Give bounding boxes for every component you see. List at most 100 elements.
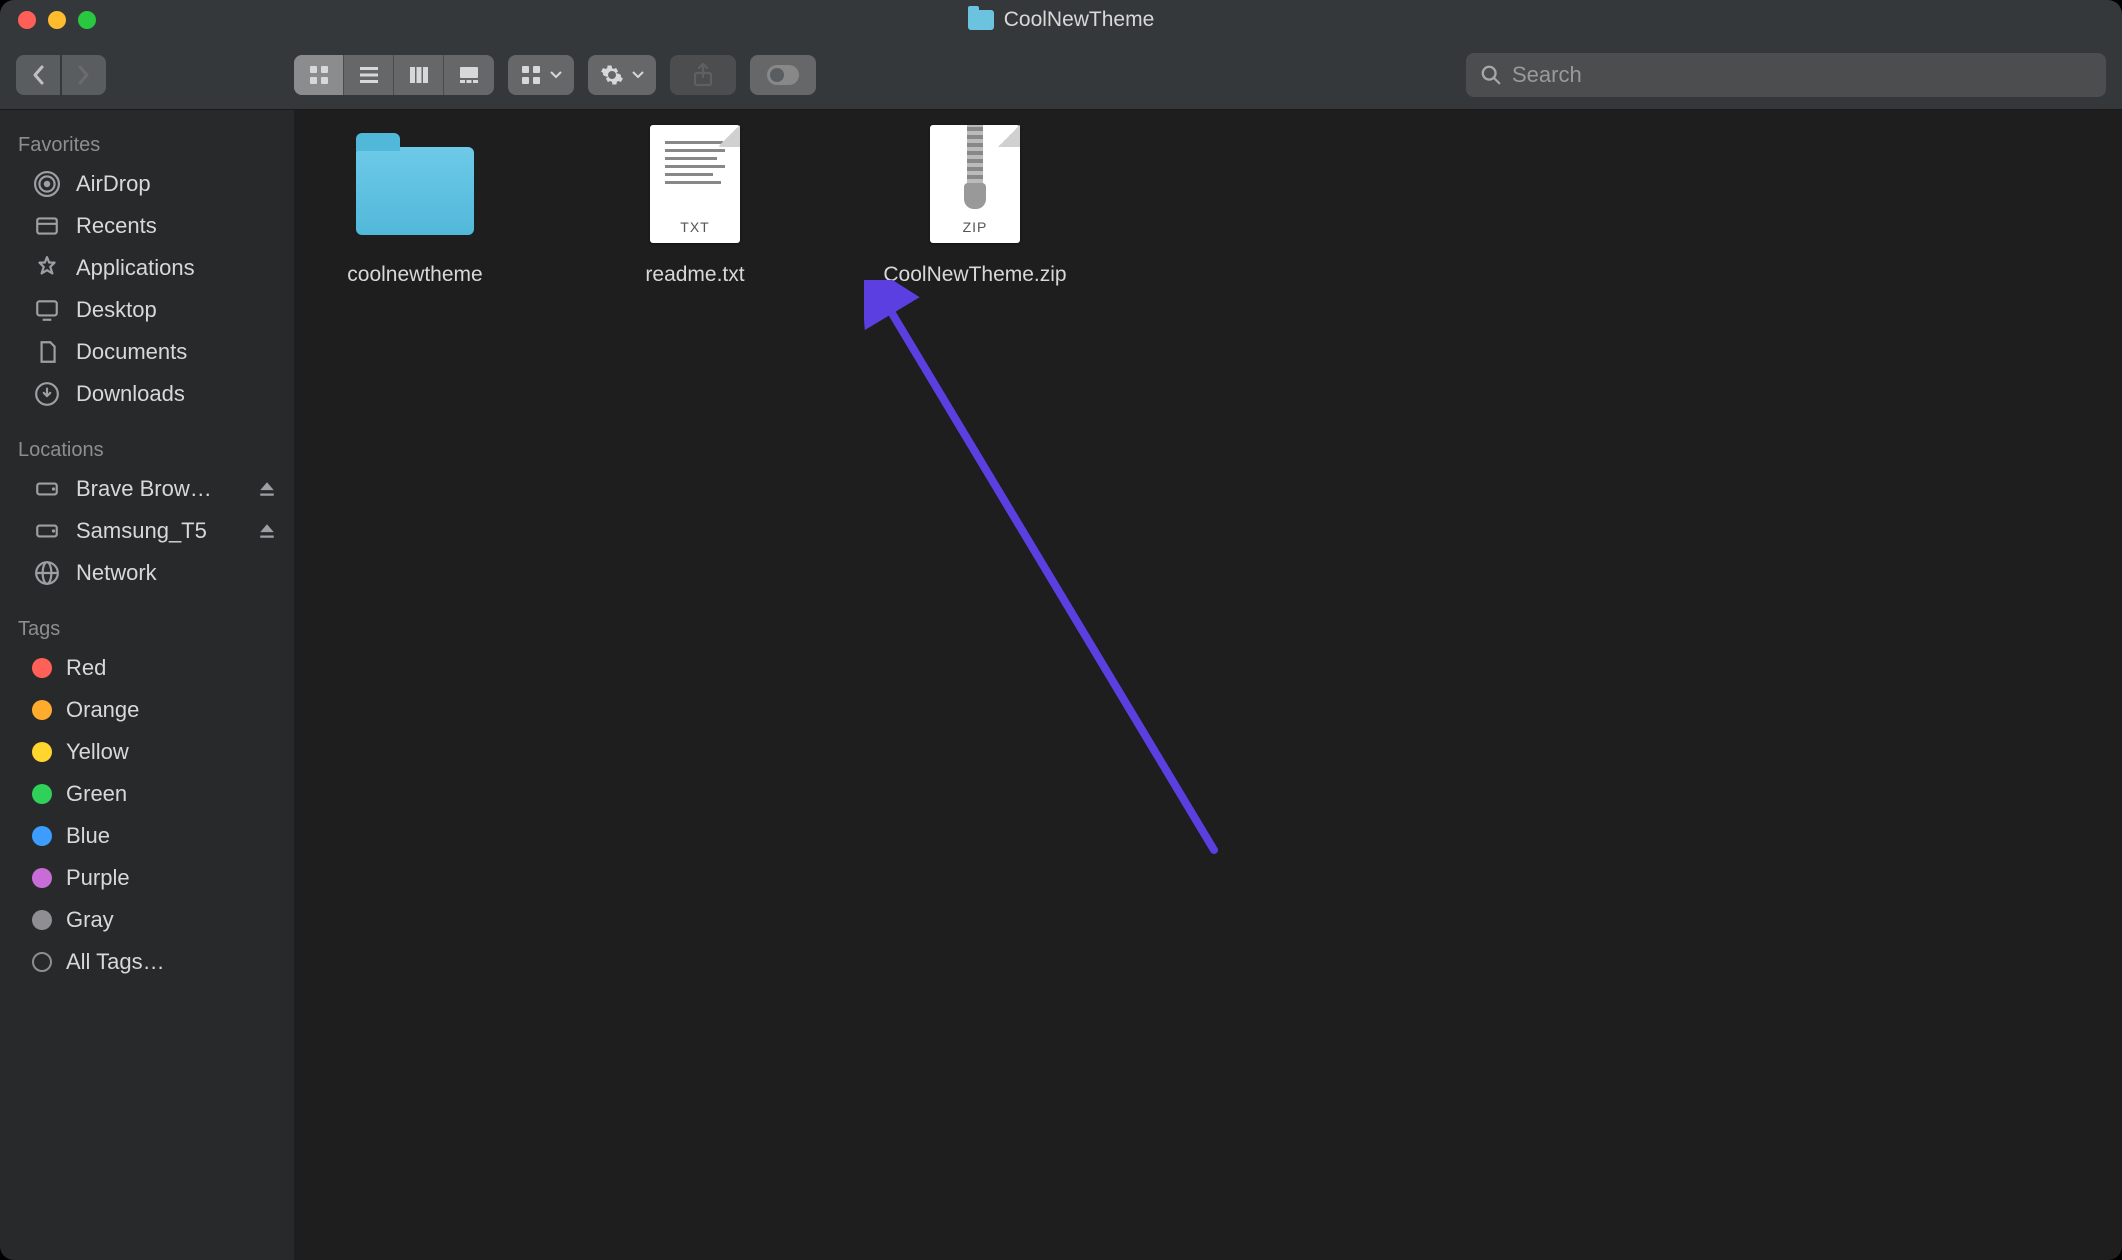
sidebar-item-label: Yellow xyxy=(66,739,276,765)
sidebar-item-label: Desktop xyxy=(76,297,276,323)
icon-grid-icon xyxy=(308,64,330,86)
nav-buttons xyxy=(16,55,106,95)
recents-icon xyxy=(32,213,62,239)
sidebar-item-label: Documents xyxy=(76,339,276,365)
sidebar-item-documents[interactable]: Documents xyxy=(0,331,294,373)
sidebar-tag-red[interactable]: Red xyxy=(0,647,294,689)
sidebar-item-label: Blue xyxy=(66,823,276,849)
sidebar-item-label: Brave Brow… xyxy=(76,476,244,502)
toolbar xyxy=(0,40,2122,110)
favorites-header: Favorites xyxy=(0,124,294,163)
sidebar-item-airdrop[interactable]: AirDrop xyxy=(0,163,294,205)
applications-icon xyxy=(32,255,62,281)
gallery-view-button[interactable] xyxy=(444,55,494,95)
network-icon xyxy=(32,560,62,586)
view-mode-segmented xyxy=(294,55,494,95)
column-view-button[interactable] xyxy=(394,55,444,95)
folder-icon xyxy=(356,147,474,235)
sidebar-tag-orange[interactable]: Orange xyxy=(0,689,294,731)
sidebar-item-samsung-t5[interactable]: Samsung_T5 xyxy=(0,510,294,552)
disk-icon xyxy=(32,518,62,544)
sidebar-item-desktop[interactable]: Desktop xyxy=(0,289,294,331)
zip-file-icon: ZIP xyxy=(930,125,1020,243)
tag-pill-icon xyxy=(766,64,800,86)
traffic-lights xyxy=(18,11,96,29)
sidebar-item-label: Red xyxy=(66,655,276,681)
txt-file-icon: TXT xyxy=(650,125,740,243)
sidebar: Favorites AirDrop Recents Applications xyxy=(0,110,294,1260)
tag-dot-icon xyxy=(32,868,52,888)
eject-icon[interactable] xyxy=(258,480,276,498)
sidebar-tag-purple[interactable]: Purple xyxy=(0,857,294,899)
chevron-right-icon xyxy=(76,65,92,85)
sidebar-item-brave-browser[interactable]: Brave Brow… xyxy=(0,468,294,510)
zoom-window-button[interactable] xyxy=(78,11,96,29)
window-title-group: CoolNewTheme xyxy=(0,8,2122,32)
list-icon xyxy=(358,64,380,86)
tag-dot-icon xyxy=(32,784,52,804)
sidebar-tag-gray[interactable]: Gray xyxy=(0,899,294,941)
sidebar-item-label: Purple xyxy=(66,865,276,891)
search-field[interactable] xyxy=(1466,53,2106,97)
finder-window: CoolNewTheme xyxy=(0,0,2122,1260)
tag-dot-icon xyxy=(32,826,52,846)
sidebar-item-label: Network xyxy=(76,560,276,586)
annotation-arrow xyxy=(864,280,1234,870)
group-by-dropdown[interactable] xyxy=(508,55,574,95)
tag-dot-icon xyxy=(32,700,52,720)
sidebar-item-applications[interactable]: Applications xyxy=(0,247,294,289)
file-item-txt[interactable]: TXT readme.txt xyxy=(590,124,800,289)
sidebar-item-downloads[interactable]: Downloads xyxy=(0,373,294,415)
share-button[interactable] xyxy=(670,55,736,95)
downloads-icon xyxy=(32,381,62,407)
chevron-down-icon xyxy=(632,71,644,79)
folder-icon xyxy=(968,10,994,30)
sidebar-tag-yellow[interactable]: Yellow xyxy=(0,731,294,773)
columns-icon xyxy=(408,64,430,86)
sidebar-item-label: AirDrop xyxy=(76,171,276,197)
sidebar-tag-blue[interactable]: Blue xyxy=(0,815,294,857)
file-label: readme.txt xyxy=(645,260,744,289)
action-dropdown[interactable] xyxy=(588,55,656,95)
eject-icon[interactable] xyxy=(258,522,276,540)
forward-button[interactable] xyxy=(62,55,106,95)
airdrop-icon xyxy=(32,171,62,197)
all-tags-icon xyxy=(32,952,52,972)
gear-icon xyxy=(600,63,624,87)
list-view-button[interactable] xyxy=(344,55,394,95)
content-area[interactable]: coolnewtheme TXT readme.txt xyxy=(294,110,2122,1260)
desktop-icon xyxy=(32,297,62,323)
file-item-zip[interactable]: ZIP CoolNewTheme.zip xyxy=(870,124,1080,289)
gallery-icon xyxy=(458,64,480,86)
sidebar-item-recents[interactable]: Recents xyxy=(0,205,294,247)
back-button[interactable] xyxy=(16,55,60,95)
group-grid-icon xyxy=(520,64,542,86)
file-label: coolnewtheme xyxy=(347,260,482,289)
chevron-left-icon xyxy=(30,65,46,85)
close-window-button[interactable] xyxy=(18,11,36,29)
icon-grid: coolnewtheme TXT readme.txt xyxy=(310,124,2106,289)
titlebar: CoolNewTheme xyxy=(0,0,2122,40)
locations-header: Locations xyxy=(0,429,294,468)
search-input[interactable] xyxy=(1512,62,2092,88)
edit-tags-button[interactable] xyxy=(750,55,816,95)
tag-dot-icon xyxy=(32,658,52,678)
sidebar-item-label: All Tags… xyxy=(66,949,276,975)
sidebar-tag-all[interactable]: All Tags… xyxy=(0,941,294,983)
share-icon xyxy=(692,63,714,87)
tags-header: Tags xyxy=(0,608,294,647)
sidebar-item-label: Downloads xyxy=(76,381,276,407)
minimize-window-button[interactable] xyxy=(48,11,66,29)
sidebar-item-label: Recents xyxy=(76,213,276,239)
sidebar-item-network[interactable]: Network xyxy=(0,552,294,594)
file-badge: ZIP xyxy=(930,219,1020,235)
documents-icon xyxy=(32,339,62,365)
file-item-folder[interactable]: coolnewtheme xyxy=(310,124,520,289)
sidebar-tag-green[interactable]: Green xyxy=(0,773,294,815)
search-icon xyxy=(1480,64,1502,86)
tag-dot-icon xyxy=(32,910,52,930)
sidebar-item-label: Orange xyxy=(66,697,276,723)
disk-icon xyxy=(32,476,62,502)
sidebar-item-label: Gray xyxy=(66,907,276,933)
icon-view-button[interactable] xyxy=(294,55,344,95)
